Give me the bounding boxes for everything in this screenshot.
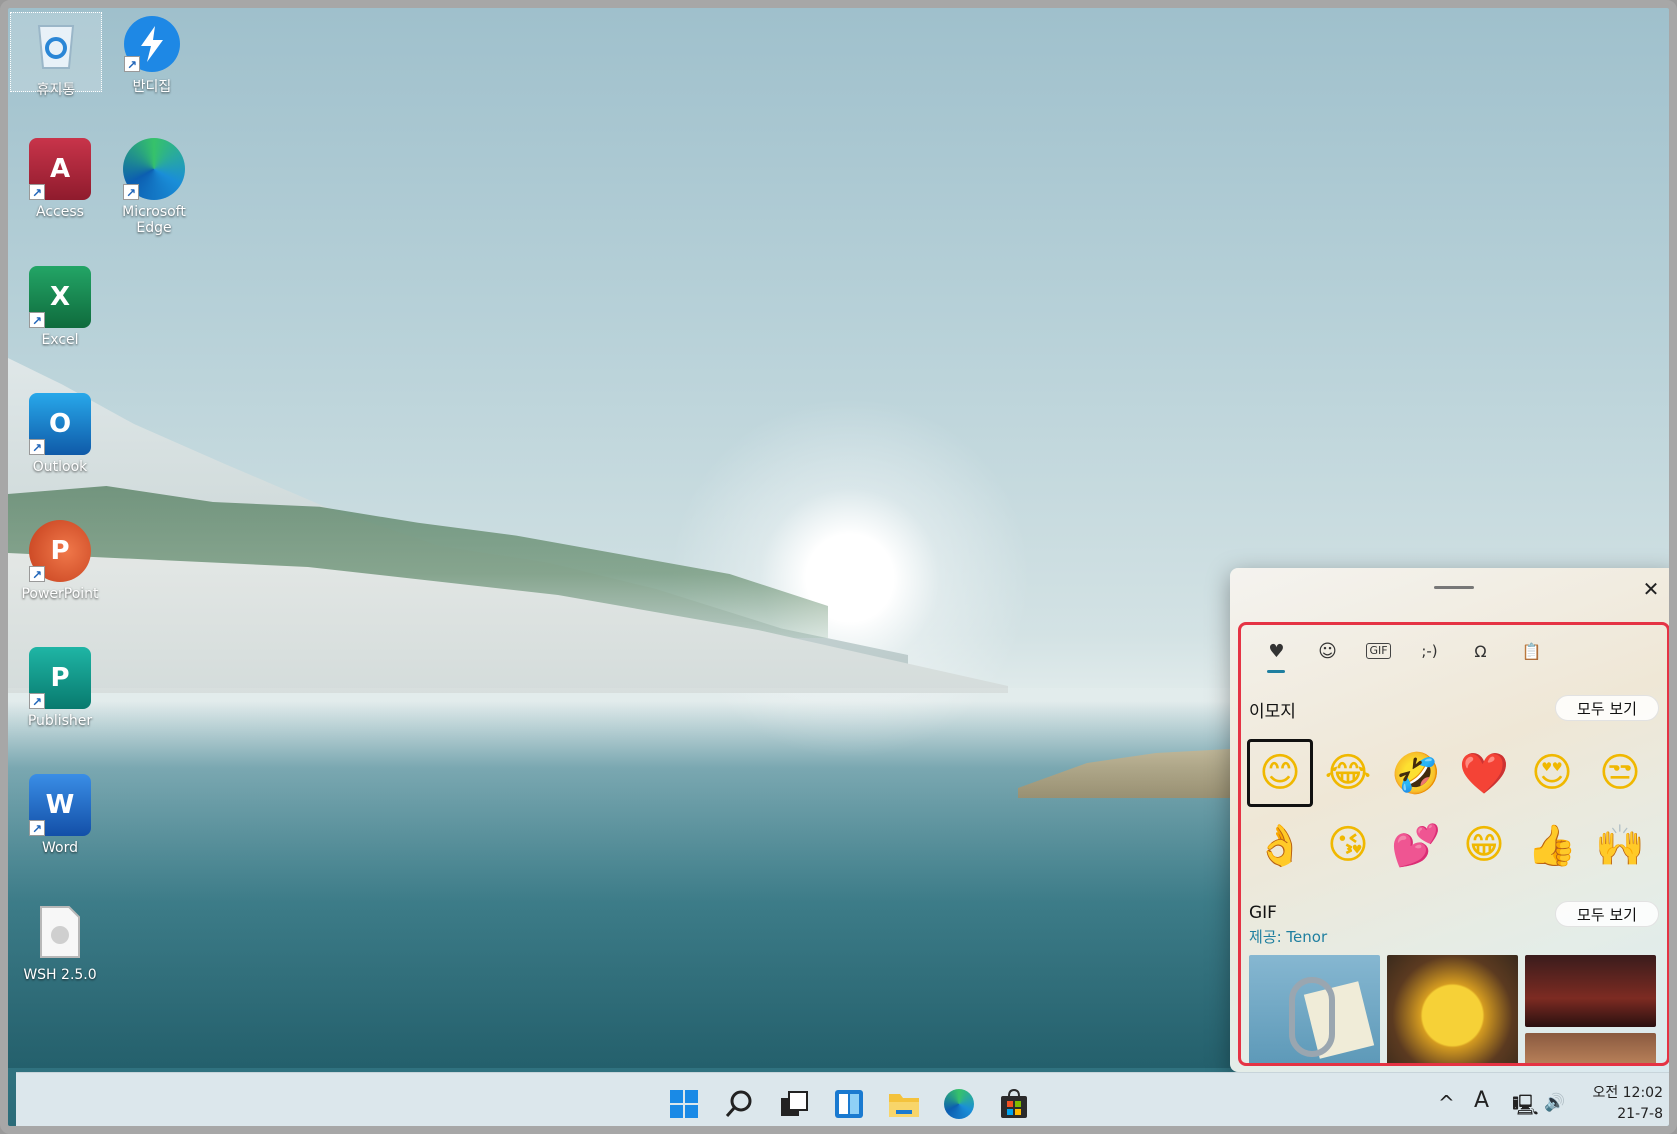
emoji-item[interactable]: 😂 [1315,739,1381,807]
highlight-box: ♥ ☺ GIF ;-) Ω 📋 이모지 모두 보기 😊 😂 🤣 ❤️ 😍 😒 👌… [1238,622,1669,1066]
task-view-icon[interactable] [774,1084,814,1124]
desktop-icon-label: PowerPoint [21,586,99,602]
desktop-icon-access[interactable]: A ↗ Access [14,138,106,220]
file-icon [29,901,91,963]
network-icon[interactable]: 🖳 [1512,1091,1539,1125]
shortcut-arrow-icon: ↗ [124,56,140,72]
shortcut-arrow-icon: ↗ [29,566,45,582]
emoji-item[interactable]: 👍 [1519,811,1585,879]
emoji-grid: 😊 😂 🤣 ❤️ 😍 😒 👌 😘 💕 😁 👍 🙌 [1247,739,1667,883]
search-icon[interactable] [719,1084,759,1124]
gif-thumbnail[interactable] [1525,955,1656,1027]
emoji-item[interactable]: 😍 [1519,739,1585,807]
clock-time: 오전 12:02 [1592,1085,1663,1101]
symbols-icon: Ω [1474,641,1487,661]
emoji-section-title: 이모지 [1249,702,1296,722]
shortcut-arrow-icon: ↗ [29,439,45,455]
gif-grid [1249,955,1665,1063]
store-icon[interactable] [994,1084,1034,1124]
tab-kaomoji[interactable]: ;-) [1404,633,1455,669]
emoji-item[interactable]: 😒 [1587,739,1653,807]
emoji-item[interactable]: 😁 [1451,811,1517,879]
outlook-icon: O ↗ [29,393,91,455]
emoji-item[interactable]: 🤣 [1383,739,1449,807]
tab-clipboard[interactable]: 📋 [1506,633,1557,669]
emoji-item[interactable]: 👌 [1247,811,1313,879]
start-icon[interactable] [664,1084,704,1124]
desktop-icon-label: 반디집 [132,79,172,95]
volume-icon[interactable]: 🔊 [1544,1093,1565,1113]
desktop-icon-label: 휴지통 [36,82,76,98]
shortcut-arrow-icon: ↗ [29,312,45,328]
desktop-icon-microsoft-edge[interactable]: ↗ Microsoft Edge [108,138,200,236]
emoji-item[interactable]: 😊 [1247,739,1313,807]
gif-icon: GIF [1366,643,1391,659]
publisher-icon: P ↗ [29,647,91,709]
word-icon: W ↗ [29,774,91,836]
tab-emoji[interactable]: ☺ [1302,633,1353,669]
desktop-icon-recycle-bin[interactable]: 휴지통 [10,12,102,98]
gif-section-title: GIF [1249,903,1277,923]
widgets-icon[interactable] [829,1084,869,1124]
emoji-item[interactable]: 💕 [1383,811,1449,879]
desktop-icon-word[interactable]: W ↗ Word [14,774,106,856]
emoji-panel[interactable]: ✕ ♥ ☺ GIF ;-) Ω 📋 이모지 모두 보기 😊 😂 🤣 ❤️ 😍 😒… [1230,568,1669,1072]
smiley-icon: ☺ [1318,640,1337,662]
kaomoji-icon: ;-) [1421,642,1438,660]
access-icon: A ↗ [29,138,91,200]
desktop-icon-label: WSH 2.5.0 [23,967,97,983]
taskbar-clock[interactable]: 오전 12:02 21-7-8 [1592,1083,1663,1125]
gif-thumbnail[interactable] [1387,955,1518,1063]
desktop-icon-powerpoint[interactable]: P ↗ PowerPoint [14,520,106,602]
active-app-indicator [965,1127,973,1130]
desktop-icon-label: Publisher [27,713,93,729]
gif-see-all-button[interactable]: 모두 보기 [1555,901,1659,927]
shortcut-arrow-icon: ↗ [29,820,45,836]
shortcut-arrow-icon: ↗ [123,184,139,200]
desktop-icon-label: Word [42,840,78,856]
screen-frame: 휴지통 ↗ 반디집 A ↗ Access ↗ Microsoft Edge X … [0,0,1677,1134]
file-explorer-icon[interactable] [884,1084,924,1124]
emoji-item[interactable]: 😘 [1315,811,1381,879]
desktop-icon-outlook[interactable]: O ↗ Outlook [14,393,106,475]
desktop-icon-publisher[interactable]: P ↗ Publisher [14,647,106,729]
tab-symbols[interactable]: Ω [1455,633,1506,669]
panel-drag-handle[interactable] [1434,586,1474,589]
tab-gif[interactable]: GIF [1353,633,1404,669]
taskbar: ^ A 🖳 🔊 오전 12:02 21-7-8 [16,1072,1669,1130]
gif-provider-label: 제공: Tenor [1249,928,1328,946]
excel-icon: X ↗ [29,266,91,328]
emoji-see-all-button[interactable]: 모두 보기 [1555,695,1659,721]
desktop-icon-wsh[interactable]: WSH 2.5.0 [14,901,106,983]
clipboard-icon: 📋 [1521,641,1542,661]
ime-indicator[interactable]: A [1474,1088,1489,1113]
clock-date: 21-7-8 [1617,1106,1663,1122]
desktop-icon-excel[interactable]: X ↗ Excel [14,266,106,348]
gif-thumbnail[interactable] [1249,955,1380,1063]
emoji-item[interactable]: ❤️ [1451,739,1517,807]
edge-taskbar-icon[interactable] [939,1084,979,1124]
desktop-icon-label: Outlook [32,459,88,475]
desktop-icon-label: Microsoft Edge [122,204,186,236]
bandizip-icon: ↗ [124,16,180,72]
desktop-icon-label: Access [36,204,84,220]
shortcut-arrow-icon: ↗ [29,693,45,709]
desktop-icon-label: Excel [41,332,79,348]
heart-icon: ♥ [1268,640,1285,662]
recycle-bin-icon [25,13,87,75]
gif-thumbnail[interactable] [1525,1033,1656,1063]
powerpoint-icon: P ↗ [29,520,91,582]
shortcut-arrow-icon: ↗ [29,184,45,200]
emoji-panel-tabs: ♥ ☺ GIF ;-) Ω 📋 [1251,633,1557,673]
close-icon[interactable]: ✕ [1640,578,1662,600]
emoji-item[interactable]: 🙌 [1587,811,1653,879]
tray-chevron-icon[interactable]: ^ [1438,1091,1455,1115]
tab-recent[interactable]: ♥ [1251,633,1302,673]
desktop-icon-bandizip[interactable]: ↗ 반디집 [106,16,198,96]
edge-icon: ↗ [123,138,185,200]
